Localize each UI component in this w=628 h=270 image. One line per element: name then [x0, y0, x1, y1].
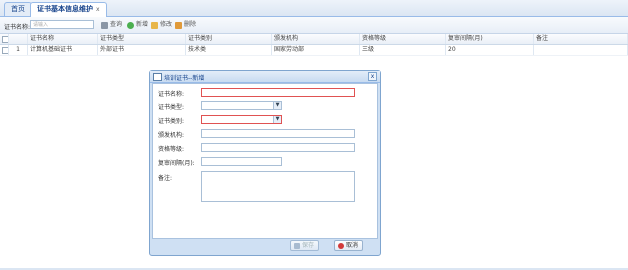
level-label: 资格等级: [158, 146, 185, 153]
save-icon [294, 242, 300, 249]
header-interval[interactable]: 复审间隔(月) [446, 34, 534, 44]
tab-label: 证书基本信息维护 [37, 5, 93, 13]
tab-bar: 首页 证书基本信息维护 x [0, 0, 628, 17]
cell-name: 计算机基础证书 [28, 45, 98, 55]
toolbar: 证书名称: 请输入 查询 新增 修改 删除 [0, 17, 628, 34]
tab-certificate-maintenance[interactable]: 证书基本信息维护 x [30, 2, 107, 17]
type-label: 证书类型: [158, 104, 185, 111]
type-select[interactable]: ▼ [201, 101, 282, 110]
header-note[interactable]: 备注 [534, 34, 628, 44]
search-icon [101, 21, 108, 29]
edit-button[interactable]: 修改 [151, 20, 172, 30]
dialog-title: 培训证书--新增 [164, 75, 205, 82]
save-label: 保存 [302, 242, 315, 249]
cell-type: 外部证书 [98, 45, 186, 55]
issuer-field[interactable] [201, 129, 355, 138]
close-icon[interactable]: x [368, 72, 377, 81]
category-label: 证书类别: [158, 118, 185, 125]
cancel-label: 取消 [346, 242, 359, 249]
close-icon[interactable]: x [96, 6, 100, 13]
cell-category: 技术类 [186, 45, 272, 55]
category-select[interactable]: ▼ [201, 115, 282, 124]
cancel-button[interactable]: 取消 [334, 240, 364, 251]
header-level[interactable]: 资格等级 [360, 34, 446, 44]
dialog-footer: 保存 取消 [150, 237, 380, 255]
note-label: 备注: [158, 175, 173, 182]
cell-interval: 20 [446, 45, 534, 55]
issuer-label: 颁发机构: [158, 132, 185, 139]
add-icon [127, 21, 134, 29]
row-checkbox[interactable] [0, 45, 9, 55]
edit-label: 修改 [160, 21, 173, 28]
grid-header: 证书名称 证书类型 证书类别 颁发机构 资格等级 复审间隔(月) 备注 [0, 34, 628, 45]
window-icon [153, 73, 162, 81]
note-textarea[interactable] [201, 171, 355, 202]
add-button[interactable]: 新增 [127, 20, 148, 30]
chevron-down-icon[interactable]: ▼ [273, 116, 281, 123]
add-certificate-dialog: 培训证书--新增 x 证书名称: 证书类型: ▼ 证书类别: ▼ 颁发机构: 资… [149, 70, 381, 256]
header-category[interactable]: 证书类别 [186, 34, 272, 44]
select-all-checkbox[interactable] [0, 34, 9, 44]
query-button[interactable]: 查询 [101, 20, 122, 30]
chevron-down-icon[interactable]: ▼ [273, 102, 281, 109]
name-field[interactable] [201, 88, 355, 97]
interval-field[interactable] [201, 157, 282, 166]
save-button[interactable]: 保存 [290, 240, 320, 251]
edit-icon [151, 21, 158, 29]
cell-level: 三级 [360, 45, 446, 55]
level-field[interactable] [201, 143, 355, 152]
name-label: 证书名称: [158, 91, 185, 98]
table-row[interactable]: 1 计算机基础证书 外部证书 技术类 国家劳动部 三级 20 [0, 45, 628, 56]
header-rownum [9, 34, 28, 44]
cell-note [534, 45, 628, 55]
dialog-form: 证书名称: 证书类型: ▼ 证书类别: ▼ 颁发机构: 资格等级: 复审间隔(月… [152, 83, 378, 239]
cancel-icon [338, 242, 344, 249]
tab-home[interactable]: 首页 [4, 2, 32, 16]
cell-issuer: 国家劳动部 [272, 45, 360, 55]
header-name[interactable]: 证书名称 [28, 34, 98, 44]
add-label: 新增 [136, 21, 149, 28]
row-number: 1 [9, 45, 28, 55]
delete-button[interactable]: 删除 [175, 20, 196, 30]
delete-label: 删除 [184, 21, 197, 28]
header-type[interactable]: 证书类型 [98, 34, 186, 44]
search-label: 证书名称: [4, 24, 31, 31]
delete-icon [175, 21, 182, 29]
header-issuer[interactable]: 颁发机构 [272, 34, 360, 44]
dialog-titlebar[interactable]: 培训证书--新增 x [150, 71, 380, 83]
interval-label: 复审间隔(月): [158, 160, 195, 167]
search-input[interactable]: 请输入 [30, 20, 94, 29]
query-label: 查询 [110, 21, 123, 28]
